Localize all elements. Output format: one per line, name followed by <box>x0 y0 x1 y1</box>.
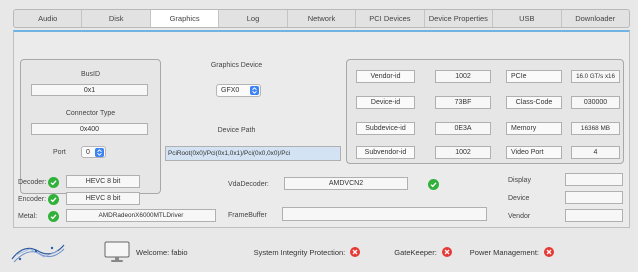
welcome-text: Welcome: fabio <box>136 247 188 257</box>
tab-log[interactable]: Log <box>219 10 288 27</box>
device-id-label: Device-id <box>356 96 415 109</box>
graphics-device-select[interactable]: GFX0 <box>216 84 261 97</box>
updown-arrows-icon <box>95 148 104 157</box>
memory-label: Memory <box>506 122 562 135</box>
graphics-device-value: GFX0 <box>221 87 240 94</box>
encoder-label: Encoder: <box>18 196 47 203</box>
app-logo-icon <box>10 239 66 265</box>
video-port-label: Video Port <box>506 146 562 159</box>
encoder-check-icon <box>48 194 59 205</box>
encoder-field[interactable]: HEVC 8 bit <box>66 192 140 205</box>
port-label: Port <box>53 149 66 156</box>
metal-check-icon <box>48 211 59 222</box>
connector-info-box: BusID 0x1 Connector Type 0x400 Port 0 <box>20 59 161 194</box>
connector-type-label: Connector Type <box>65 110 116 117</box>
graphics-panel: BusID 0x1 Connector Type 0x400 Port 0 Gr… <box>13 30 630 228</box>
tab-audio[interactable]: Audio <box>14 10 83 27</box>
port-stepper[interactable]: 0 <box>81 146 106 158</box>
decoder-field[interactable]: HEVC 8 bit <box>66 175 140 188</box>
device-label: Device <box>508 195 530 202</box>
memory-field[interactable]: 16368 MB <box>571 122 620 135</box>
pci-ids-box: Vendor-id 1002 Device-id 73BF Subdevice-… <box>346 59 624 164</box>
vendor-label: Vendor <box>508 213 531 220</box>
vda-check-icon <box>428 179 439 190</box>
busid-field[interactable]: 0x1 <box>31 84 148 96</box>
updown-arrows-icon <box>250 86 259 95</box>
sip-status-x-icon <box>350 247 361 257</box>
gatekeeper-label: GateKeeper: <box>394 247 437 257</box>
vda-decoder-label: VdaDecoder: <box>228 181 269 188</box>
pcie-field[interactable]: 16.0 GT/s x16 <box>571 70 620 83</box>
pcie-label: PCIe <box>506 70 562 83</box>
connector-type-field[interactable]: 0x400 <box>31 123 148 135</box>
tab-disk[interactable]: Disk <box>82 10 151 27</box>
vendor-field[interactable] <box>565 209 623 222</box>
tab-graphics[interactable]: Graphics <box>150 10 220 27</box>
tab-network[interactable]: Network <box>288 10 357 27</box>
subdevice-id-label: Subdevice-id <box>356 122 415 135</box>
monitor-icon <box>104 241 130 263</box>
decoder-check-icon <box>48 177 59 188</box>
power-management-label: Power Management: <box>469 247 539 257</box>
device-id-field[interactable]: 73BF <box>435 96 491 109</box>
display-field[interactable] <box>565 173 623 186</box>
tab-bar: Audio Disk Graphics Log Network PCI Devi… <box>13 9 630 28</box>
tab-pci-devices[interactable]: PCI Devices <box>356 10 425 27</box>
subvendor-id-label: Subvendor-id <box>356 146 415 159</box>
framebuffer-field[interactable] <box>282 207 487 221</box>
class-code-label: Class-Code <box>506 96 562 109</box>
subvendor-id-field[interactable]: 1002 <box>435 146 491 159</box>
decoder-label: Decoder: <box>18 179 47 186</box>
class-code-field[interactable]: 030000 <box>571 96 620 109</box>
tab-downloader[interactable]: Downloader <box>562 10 629 27</box>
status-bar: Welcome: fabio System Integrity Protecti… <box>10 236 634 268</box>
device-path-field[interactable]: PciRoot(0x0)/Pci(0x1,0x1)/Pci(0x0,0x0)/P… <box>165 146 341 161</box>
metal-label: Metal: <box>18 213 38 220</box>
metal-field[interactable]: AMDRadeonX6000MTLDriver <box>66 209 216 222</box>
device-field[interactable] <box>565 191 623 204</box>
power-management-status-x-icon <box>544 247 554 257</box>
device-path-label: Device Path <box>217 127 256 134</box>
gatekeeper-status-x-icon <box>441 247 452 257</box>
vda-decoder-field[interactable]: AMDVCN2 <box>284 177 408 190</box>
vendor-id-field[interactable]: 1002 <box>435 70 491 83</box>
subdevice-id-field[interactable]: 0E3A <box>435 122 491 135</box>
tab-usb[interactable]: USB <box>493 10 562 27</box>
port-value: 0 <box>86 148 90 156</box>
framebuffer-label: FrameBuffer <box>228 212 267 219</box>
tab-device-properties[interactable]: Device Properties <box>425 10 494 27</box>
vendor-id-label: Vendor-id <box>356 70 415 83</box>
display-label: Display <box>508 177 531 184</box>
sip-label: System Integrity Protection: <box>253 247 346 257</box>
video-port-field[interactable]: 4 <box>571 146 620 159</box>
graphics-device-label: Graphics Device <box>210 62 263 69</box>
busid-label: BusID <box>80 71 101 78</box>
